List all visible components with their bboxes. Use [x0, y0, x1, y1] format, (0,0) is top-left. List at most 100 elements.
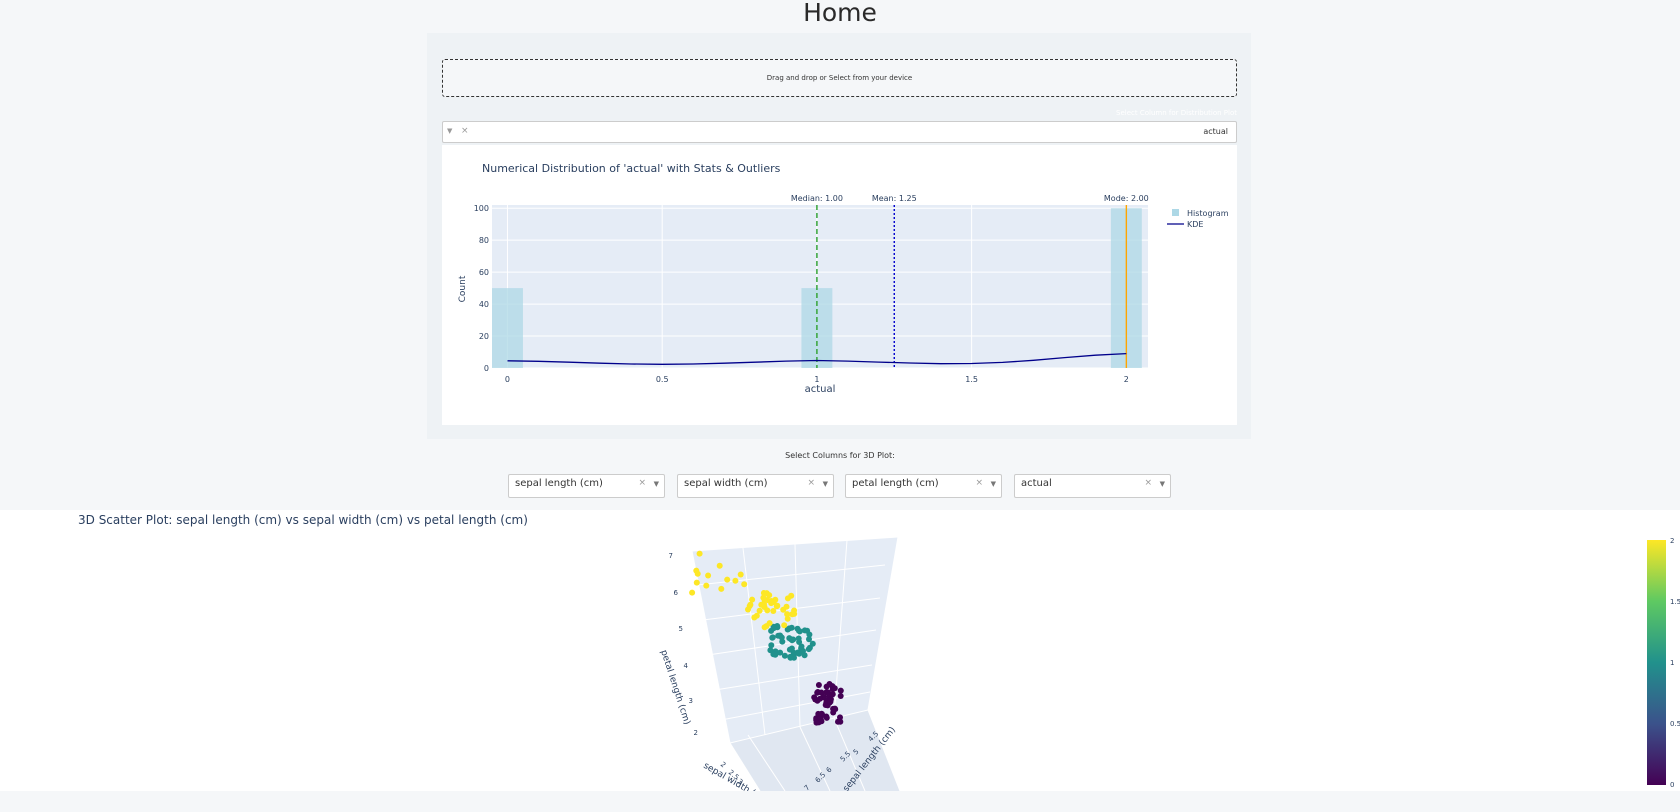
scatter-point: [837, 693, 844, 699]
scatter-point: [774, 602, 781, 609]
scatter-point: [823, 714, 830, 721]
scatter-point: [749, 596, 756, 603]
select-3d-x[interactable]: sepal length (cm) × ▼: [508, 474, 665, 498]
scatter-3d-panel[interactable]: 3D Scatter Plot: sepal length (cm) vs se…: [0, 510, 1680, 791]
colorbar-tick-labels: 2 1.5 1 0.5 0: [1670, 537, 1680, 789]
scatter-point: [794, 649, 801, 656]
distribution-plot[interactable]: Numerical Distribution of 'actual' with …: [442, 145, 1237, 425]
scatter-point: [751, 614, 758, 621]
scatter-point: [772, 651, 779, 658]
x-tick-label: 1.5: [965, 375, 978, 384]
select-value: actual: [1021, 478, 1052, 489]
scatter-point: [789, 637, 796, 644]
scatter-point: [768, 642, 775, 649]
y-tick-labels: 0 20 40 60 80 100: [474, 204, 489, 373]
scatter-point: [772, 596, 779, 603]
select-3d-label: Select Columns for 3D Plot:: [785, 451, 895, 460]
chart-title: Numerical Distribution of 'actual' with …: [482, 162, 781, 175]
scatter-point: [831, 685, 838, 692]
scatter-point: [830, 709, 837, 716]
scatter-point: [787, 654, 794, 661]
chevron-down-icon[interactable]: ▼: [991, 480, 996, 488]
x-tick-label: 0.5: [656, 375, 669, 384]
scatter-point: [813, 719, 820, 726]
colorbar-tick-label: 0: [1670, 781, 1674, 789]
scatter-point: [693, 579, 700, 586]
scatter-point: [741, 581, 748, 588]
scatter-point: [781, 652, 788, 659]
scatter-3d-svg[interactable]: 765432 petal length (cm) 4.555.566.57 se…: [0, 510, 1680, 791]
scatter-point: [781, 622, 788, 629]
distribution-chart-svg[interactable]: Numerical Distribution of 'actual' with …: [442, 145, 1237, 425]
legend-histogram-label[interactable]: Histogram: [1187, 209, 1229, 218]
scatter-point: [761, 601, 767, 608]
scatter-point: [783, 603, 790, 610]
scatter-point: [788, 645, 795, 652]
legend-kde-label[interactable]: KDE: [1187, 220, 1203, 229]
clear-icon[interactable]: ×: [807, 478, 815, 488]
median-annotation: Median: 1.00: [791, 194, 843, 203]
chevron-down-icon[interactable]: ▼: [654, 480, 659, 488]
dropdown-selected-value: actual: [1203, 127, 1228, 136]
y-tick-label: 0: [484, 364, 489, 373]
x-tick-label: 0: [505, 375, 510, 384]
scatter-point: [775, 632, 782, 639]
scatter-point: [696, 550, 703, 557]
scatter-point: [770, 625, 777, 632]
x-tick-labels: 0 0.5 1 1.5 2: [505, 375, 1129, 384]
scatter-point: [837, 714, 843, 721]
clear-icon[interactable]: ×: [975, 478, 983, 488]
clear-icon[interactable]: ×: [1144, 478, 1152, 488]
z-tick-label: 4: [684, 662, 689, 670]
select-value: sepal length (cm): [515, 478, 603, 489]
y-tick-label: 60: [479, 268, 489, 277]
select-3d-z[interactable]: petal length (cm) × ▼: [845, 474, 1002, 498]
scatter-point: [817, 695, 823, 702]
colorbar-tick-label: 1: [1670, 659, 1674, 667]
z-tick-label: 3: [689, 697, 693, 705]
chevron-down-icon[interactable]: ▼: [1160, 480, 1165, 488]
scatter-point: [786, 625, 793, 632]
scatter-point: [769, 634, 776, 641]
clear-icon[interactable]: ×: [638, 478, 646, 488]
upload-dropzone[interactable]: Drag and drop or Select from your device: [442, 59, 1237, 97]
y-tick-label: 40: [479, 300, 489, 309]
scatter-point: [732, 577, 739, 584]
clear-icon[interactable]: ×: [461, 126, 469, 136]
dropdown-caret-icon[interactable]: ▼: [447, 127, 452, 135]
y-axis-label: Count: [458, 275, 468, 302]
scatter-point: [827, 698, 834, 705]
scatter-point: [737, 571, 744, 578]
mean-annotation: Mean: 1.25: [872, 194, 917, 203]
z-axis-title: petal length (cm): [658, 649, 692, 726]
scatter-point: [724, 576, 731, 583]
chevron-down-icon[interactable]: ▼: [823, 480, 828, 488]
scatter-point: [766, 620, 773, 627]
scatter-point: [760, 594, 767, 601]
colorbar-tick-label: 2: [1670, 537, 1674, 545]
scatter-point: [784, 611, 791, 618]
scatter-point: [694, 570, 701, 577]
scatter-point: [770, 608, 777, 614]
scatter-point: [766, 592, 773, 599]
x-tick-label: 1: [814, 375, 819, 384]
scatter-point: [796, 628, 803, 635]
distribution-column-dropdown[interactable]: ▼ × actual: [442, 121, 1237, 143]
select-value: petal length (cm): [852, 478, 939, 489]
legend-histogram-swatch[interactable]: [1172, 209, 1179, 216]
z-tick-label: 2: [694, 729, 698, 737]
scatter-point: [826, 681, 833, 687]
scatter-point: [800, 648, 806, 654]
select-3d-color[interactable]: actual × ▼: [1014, 474, 1171, 498]
scatter-point: [745, 606, 751, 613]
z-tick-label: 7: [669, 552, 673, 560]
colorbar-tick-label: 0.5: [1670, 720, 1680, 728]
page-title: Home: [803, 0, 877, 27]
select-3d-y[interactable]: sepal width (cm) × ▼: [677, 474, 834, 498]
scatter-point: [818, 718, 825, 725]
scatter-point: [705, 572, 712, 579]
histogram-bar: [492, 288, 523, 368]
scatter-point: [764, 607, 771, 614]
scatter-point: [791, 610, 798, 617]
x-tick-label: 2: [1124, 375, 1129, 384]
